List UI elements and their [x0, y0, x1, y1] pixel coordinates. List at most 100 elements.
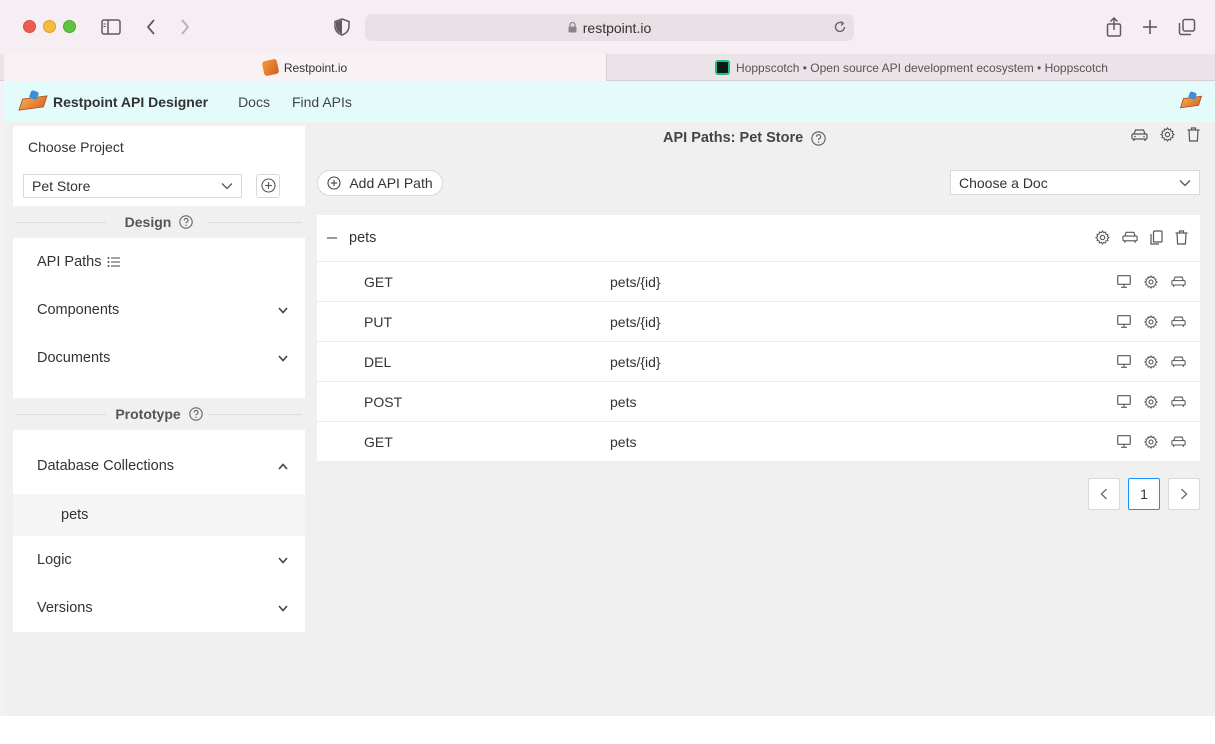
tab-restpoint[interactable]: Restpoint.io: [4, 54, 607, 81]
minimize-window-button[interactable]: [43, 20, 56, 33]
sidebar-item-label: Database Collections: [37, 458, 175, 474]
sidebar-item-versions[interactable]: Versions: [13, 584, 305, 632]
nav-find-apis-link[interactable]: Find APIs: [292, 94, 352, 110]
sidebar-item-api-paths[interactable]: API Paths: [13, 238, 305, 286]
sidebar-item-documents[interactable]: Documents: [13, 334, 305, 382]
sidebar-item-components[interactable]: Components: [13, 286, 305, 334]
next-page-button[interactable]: [1168, 478, 1200, 510]
path-route: pets/{id}: [610, 273, 661, 290]
car-icon[interactable]: [1131, 128, 1148, 142]
path-route: pets/{id}: [610, 353, 661, 370]
http-method: DEL: [364, 353, 392, 370]
design-menu: API Paths Components Documents: [13, 238, 305, 398]
add-project-button[interactable]: [256, 173, 280, 198]
choose-doc-select[interactable]: Choose a Doc: [950, 170, 1200, 195]
close-window-button[interactable]: [23, 20, 36, 33]
address-bar[interactable]: restpoint.io: [365, 14, 854, 41]
avatar[interactable]: [1179, 89, 1203, 113]
help-icon[interactable]: [179, 215, 194, 229]
path-route: pets: [610, 393, 637, 410]
monitor-icon[interactable]: [1117, 355, 1131, 369]
sidebar-item-logic[interactable]: Logic: [13, 536, 305, 584]
hoppscotch-favicon-icon: [715, 60, 731, 75]
trash-icon[interactable]: [1175, 230, 1188, 245]
row-actions: [1117, 355, 1186, 369]
table-row[interactable]: DEL pets/{id}: [317, 342, 1200, 382]
project-select[interactable]: Pet Store: [23, 173, 242, 198]
sidebar-subitem-label: pets: [61, 507, 89, 523]
table-row[interactable]: GET pets/{id}: [317, 262, 1200, 302]
chevron-down-icon: [278, 604, 288, 612]
table-row[interactable]: GET pets: [317, 422, 1200, 461]
reload-icon[interactable]: [833, 20, 847, 34]
tab-overview-icon[interactable]: [1177, 15, 1197, 39]
nav-docs-link[interactable]: Docs: [238, 94, 270, 110]
help-icon[interactable]: [188, 407, 203, 421]
chevron-right-icon: [1181, 488, 1188, 500]
gear-icon[interactable]: [1095, 230, 1110, 245]
gear-icon[interactable]: [1144, 395, 1158, 409]
trash-icon[interactable]: [1187, 127, 1200, 142]
car-icon[interactable]: [1171, 275, 1186, 289]
share-icon[interactable]: [1104, 15, 1124, 39]
project-select-value: Pet Store: [32, 177, 91, 194]
forward-icon[interactable]: [176, 15, 194, 39]
list-icon: [107, 256, 121, 268]
pagination: 1: [1088, 478, 1200, 510]
collapse-icon[interactable]: [325, 231, 339, 245]
chevron-down-icon: [221, 182, 233, 190]
new-tab-icon[interactable]: [1140, 15, 1160, 39]
sidebar-item-label: Components: [37, 302, 120, 318]
prev-page-button[interactable]: [1088, 478, 1120, 510]
car-icon[interactable]: [1171, 355, 1186, 369]
choose-project-label: Choose Project: [28, 139, 124, 155]
sidebar-toggle-icon[interactable]: [100, 15, 122, 39]
path-route: pets: [610, 433, 637, 450]
table-row[interactable]: POST pets: [317, 382, 1200, 422]
chevron-down-icon: [1179, 179, 1191, 187]
gear-icon[interactable]: [1144, 275, 1158, 289]
api-paths-table: pets GET pets/{id} PUT pets/{id} DEL pets/{id…: [317, 215, 1200, 461]
page-1-button[interactable]: 1: [1128, 478, 1160, 510]
gear-icon[interactable]: [1144, 315, 1158, 329]
page-title: API Paths: Pet Store: [663, 129, 826, 147]
restpoint-logo-icon[interactable]: [18, 89, 48, 113]
design-section-heading: Design: [13, 206, 305, 238]
path-group-row: pets: [317, 215, 1200, 262]
sidebar-item-label: Versions: [37, 600, 93, 616]
car-icon[interactable]: [1122, 230, 1138, 245]
http-method: GET: [364, 433, 393, 450]
tab-title: Restpoint.io: [283, 60, 348, 75]
group-actions: [1095, 230, 1188, 245]
back-icon[interactable]: [142, 15, 160, 39]
brand-title[interactable]: Restpoint API Designer: [53, 94, 208, 110]
plus-circle-icon: [327, 176, 341, 190]
monitor-icon[interactable]: [1117, 435, 1131, 449]
car-icon[interactable]: [1171, 435, 1186, 449]
restpoint-favicon-icon: [261, 58, 280, 77]
add-api-path-button[interactable]: Add API Path: [317, 170, 443, 196]
tab-hoppscotch[interactable]: Hoppscotch • Open source API development…: [608, 54, 1215, 81]
lock-icon: [568, 22, 577, 33]
add-api-path-label: Add API Path: [349, 175, 433, 191]
zoom-window-button[interactable]: [63, 20, 76, 33]
gear-icon[interactable]: [1144, 355, 1158, 369]
monitor-icon[interactable]: [1117, 315, 1131, 329]
page-title-text: API Paths: Pet Store: [663, 130, 804, 146]
gear-icon[interactable]: [1144, 435, 1158, 449]
privacy-shield-icon[interactable]: [332, 15, 352, 39]
choose-doc-placeholder: Choose a Doc: [959, 174, 1048, 191]
gear-icon[interactable]: [1160, 127, 1175, 142]
sidebar-item-database-collections[interactable]: Database Collections: [13, 438, 305, 494]
chevron-down-icon: [278, 354, 288, 362]
monitor-icon[interactable]: [1117, 275, 1131, 289]
sidebar-subitem-pets[interactable]: pets: [13, 494, 305, 536]
prototype-menu: Database Collections pets Logic Versions: [13, 430, 305, 632]
help-icon[interactable]: [811, 130, 826, 146]
car-icon[interactable]: [1171, 395, 1186, 409]
copy-icon[interactable]: [1150, 230, 1163, 245]
row-actions: [1117, 435, 1186, 449]
table-row[interactable]: PUT pets/{id}: [317, 302, 1200, 342]
car-icon[interactable]: [1171, 315, 1186, 329]
monitor-icon[interactable]: [1117, 395, 1131, 409]
